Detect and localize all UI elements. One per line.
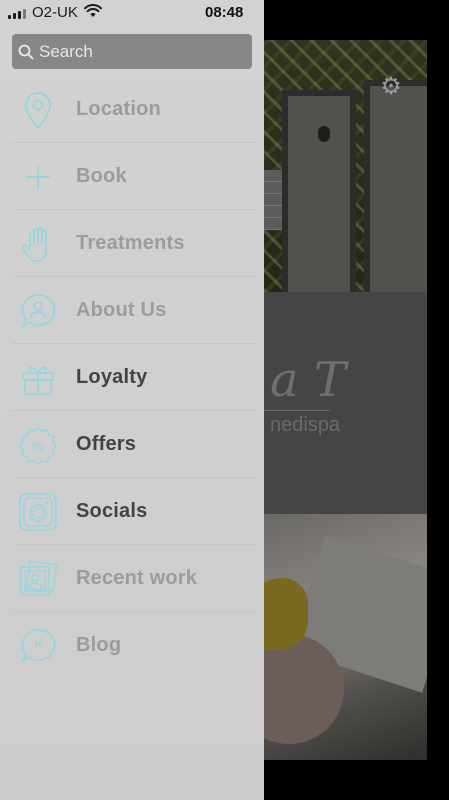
menu-item-offers[interactable]: % Offers	[0, 411, 264, 478]
svg-text:": "	[33, 638, 42, 659]
signal-strength-icon	[8, 9, 26, 19]
background-logo-text: a T	[270, 352, 346, 408]
search-placeholder: Search	[39, 41, 93, 61]
status-time: 08:48	[205, 4, 244, 21]
menu-item-book[interactable]: Book	[0, 143, 264, 210]
svg-text:%: %	[32, 438, 44, 454]
menu-label-loyalty: Loyalty	[76, 366, 148, 388]
gear-icon[interactable]: ⚙	[378, 74, 404, 100]
background-photo-doors: ⚙	[264, 40, 427, 300]
menu-label-recent-work: Recent work	[76, 567, 198, 589]
search-input[interactable]: Search	[12, 34, 252, 69]
menu-item-about-us[interactable]: About Us	[0, 277, 264, 344]
menu-label-treatments: Treatments	[76, 232, 185, 254]
search-icon	[18, 44, 34, 59]
background-photo-treatment	[264, 514, 427, 760]
carrier-name: O2-UK	[32, 4, 78, 21]
side-drawer: O2-UK 08:48 Search Location Book Treatme…	[0, 0, 264, 800]
menu-item-treatments[interactable]: Treatments	[0, 210, 264, 277]
percent-badge-icon: %	[19, 426, 57, 465]
menu-label-offers: Offers	[76, 433, 137, 455]
menu-label-about-us: About Us	[76, 299, 167, 321]
person-bubble-icon	[21, 293, 56, 328]
quote-bubble-icon: "	[21, 628, 56, 663]
menu-label-blog: Blog	[76, 634, 122, 656]
background-logo-panel: a T nedispa	[264, 292, 427, 514]
drawer-menu: Location Book Treatments About Us Loyalt…	[0, 76, 264, 679]
menu-item-loyalty[interactable]: Loyalty	[0, 344, 264, 411]
wifi-icon	[84, 4, 102, 17]
hand-icon	[22, 226, 47, 262]
menu-item-blog[interactable]: " Blog	[0, 612, 264, 679]
menu-item-location[interactable]: Location	[0, 76, 264, 143]
background-logo-subtext: nedispa	[270, 414, 341, 436]
menu-item-recent-work[interactable]: Recent work	[0, 545, 264, 612]
background-content: ⚙ a T nedispa	[264, 40, 427, 760]
menu-label-location: Location	[76, 98, 161, 120]
photos-icon	[20, 560, 58, 596]
menu-label-book: Book	[76, 165, 127, 187]
camera-icon	[19, 492, 57, 531]
menu-item-socials[interactable]: Socials	[0, 478, 264, 545]
location-pin-icon	[25, 91, 51, 129]
gift-icon	[22, 366, 54, 395]
plus-icon	[26, 164, 50, 189]
status-bar: O2-UK 08:48	[0, 0, 264, 26]
menu-label-socials: Socials	[76, 500, 148, 522]
